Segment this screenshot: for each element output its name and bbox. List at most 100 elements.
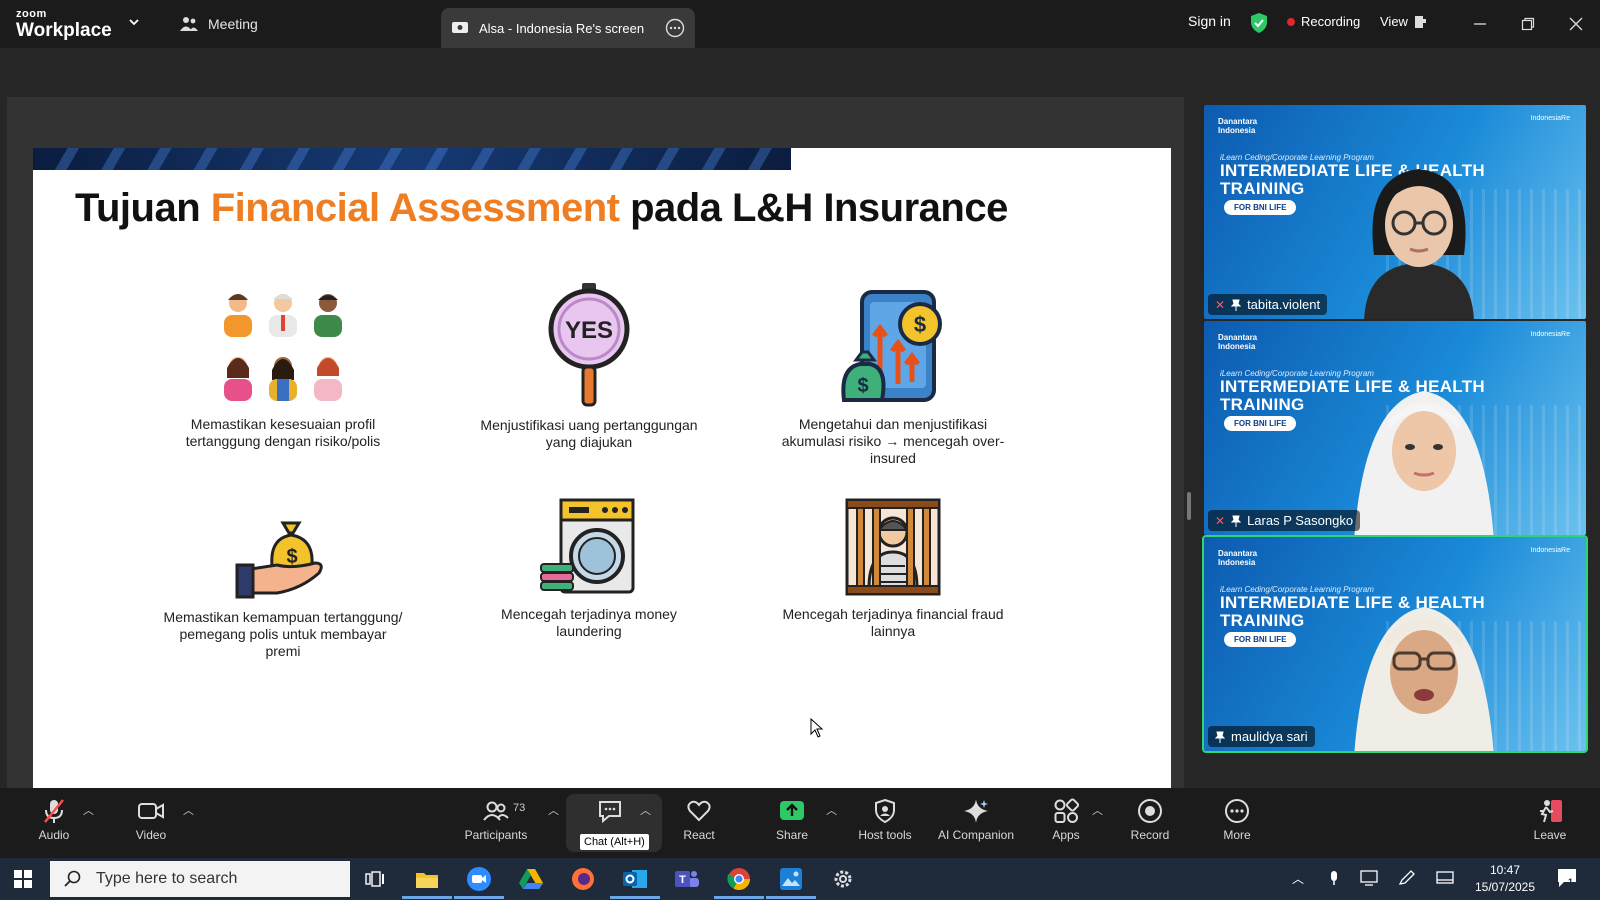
people-group-icon bbox=[224, 294, 342, 401]
host-shield-icon bbox=[875, 798, 895, 824]
windows-taskbar: Type here to search T ︿ 10:47 15/07/2025… bbox=[0, 858, 1600, 900]
task-view-icon bbox=[365, 871, 384, 887]
participant-video-avatar bbox=[1364, 169, 1474, 319]
show-hidden-icons-chevron-up-icon[interactable]: ︿ bbox=[1292, 870, 1304, 887]
headline-line2: TRAINING bbox=[1220, 179, 1305, 198]
mic-muted-icon: ✕ bbox=[1215, 513, 1226, 528]
org-left-line1: Danantara bbox=[1218, 333, 1258, 342]
microphone-tray-icon[interactable] bbox=[1328, 870, 1340, 886]
video-tile-2[interactable]: Danantara Indonesia IndonesiaRe iLearn Ce… bbox=[1204, 321, 1586, 535]
taskbar-file-explorer[interactable] bbox=[402, 864, 452, 899]
taskbar-outlook[interactable] bbox=[610, 864, 660, 899]
shared-screen-area[interactable]: Tujuan Financial Assessment pada L&H Ins… bbox=[7, 97, 1184, 808]
share-options-caret[interactable]: ︿ bbox=[826, 802, 837, 818]
objective-item-2: YES Menjustifikasi uang pertanggungan ya… bbox=[469, 283, 709, 451]
zoom-workplace-logo[interactable]: zoom Workplace bbox=[16, 8, 112, 41]
logo-top: zoom bbox=[16, 8, 47, 20]
taskbar-settings[interactable] bbox=[828, 864, 858, 894]
pin-icon bbox=[1231, 515, 1242, 527]
taskbar-google-drive[interactable] bbox=[516, 864, 546, 894]
google-drive-icon bbox=[519, 869, 543, 889]
outlook-icon bbox=[623, 870, 647, 888]
tile-org-right: IndonesiaRe bbox=[1530, 547, 1570, 554]
video-tile-3-active-speaker[interactable]: Danantara Indonesia IndonesiaRe iLearn Ce… bbox=[1202, 535, 1588, 753]
leave-button[interactable]: Leave bbox=[1508, 798, 1592, 850]
panel-resize-handle[interactable] bbox=[1187, 492, 1191, 520]
svg-text:$: $ bbox=[914, 312, 926, 337]
slide-header-band bbox=[33, 148, 791, 170]
apps-options-caret[interactable]: ︿ bbox=[1092, 802, 1103, 818]
search-placeholder: Type here to search bbox=[96, 870, 238, 887]
chevron-down-icon[interactable] bbox=[127, 15, 141, 29]
title-part-1: Tujuan bbox=[75, 186, 211, 230]
video-tile-1[interactable]: Danantara Indonesia IndonesiaRe iLearn Ce… bbox=[1204, 105, 1586, 319]
ai-companion-button[interactable]: AI Companion bbox=[926, 798, 1026, 850]
audio-label: Audio bbox=[38, 828, 70, 842]
camera-icon bbox=[138, 803, 164, 819]
taskbar-photos[interactable] bbox=[766, 864, 816, 899]
react-label: React bbox=[683, 828, 715, 842]
title-bar: zoom Workplace Meeting Alsa - Indonesia … bbox=[0, 0, 1600, 48]
svg-text:$: $ bbox=[286, 546, 297, 568]
tab-meeting[interactable]: Meeting bbox=[180, 0, 258, 48]
participants-button[interactable]: Participants bbox=[454, 798, 538, 850]
objective-caption-2: Menjustifikasi uang pertanggungan yang d… bbox=[480, 417, 698, 450]
svg-text:YES: YES bbox=[565, 317, 613, 344]
objective-caption-5: Mencegah terjadinya money laundering bbox=[501, 606, 677, 639]
video-options-caret[interactable]: ︿ bbox=[183, 802, 194, 818]
react-button[interactable]: React bbox=[657, 798, 741, 850]
title-part-2: pada L&H Insurance bbox=[619, 186, 1008, 230]
logo-bottom: Workplace bbox=[16, 20, 112, 41]
org-left-line2: Indonesia bbox=[1218, 126, 1256, 135]
close-button[interactable] bbox=[1564, 12, 1588, 36]
display-tray-icon[interactable] bbox=[1360, 870, 1378, 886]
apps-grid-icon bbox=[1054, 798, 1079, 823]
firefox-icon bbox=[572, 868, 594, 890]
taskbar-chrome[interactable] bbox=[714, 864, 764, 899]
more-button[interactable]: More bbox=[1195, 798, 1279, 850]
tile-org-left: Danantara Indonesia bbox=[1218, 333, 1257, 351]
pin-icon bbox=[1231, 299, 1242, 311]
meeting-stage: Tujuan Financial Assessment pada L&H Ins… bbox=[0, 48, 1600, 822]
view-button[interactable]: View bbox=[1380, 14, 1426, 29]
video-label: Video bbox=[135, 828, 167, 842]
money-growth-icon: $ $ bbox=[841, 290, 942, 402]
zoom-app-icon bbox=[467, 867, 491, 891]
objective-caption-1: Memastikan kesesuaian profil tertanggung… bbox=[185, 416, 381, 449]
encryption-shield-icon[interactable] bbox=[1250, 12, 1268, 34]
headline-line2: TRAINING bbox=[1220, 611, 1305, 630]
title-highlight: Financial Assessment bbox=[210, 186, 620, 230]
windows-start-icon[interactable] bbox=[14, 870, 32, 888]
notification-center-button[interactable]: 1 bbox=[1556, 867, 1578, 892]
record-button[interactable]: Record bbox=[1108, 798, 1192, 850]
pen-tray-icon[interactable] bbox=[1398, 870, 1416, 886]
system-clock[interactable]: 10:47 15/07/2025 bbox=[1465, 862, 1545, 896]
participants-options-caret[interactable]: ︿ bbox=[548, 802, 559, 818]
taskbar-firefox[interactable] bbox=[568, 864, 598, 894]
org-left-line2: Indonesia bbox=[1218, 342, 1256, 351]
taskbar-teams[interactable]: T bbox=[672, 864, 702, 894]
more-options-icon[interactable] bbox=[665, 18, 685, 38]
audio-options-caret[interactable]: ︿ bbox=[83, 802, 94, 818]
participant-name: Laras P Sasongko bbox=[1247, 513, 1354, 528]
svg-text:T: T bbox=[679, 874, 686, 886]
restore-icon bbox=[1521, 17, 1535, 31]
recording-indicator[interactable]: Recording bbox=[1287, 14, 1360, 29]
task-view-button[interactable] bbox=[360, 864, 390, 894]
share-button[interactable]: Share bbox=[750, 798, 834, 850]
tab-shared-screen-label: Alsa - Indonesia Re's screen bbox=[479, 20, 645, 36]
sign-in-button[interactable]: Sign in bbox=[1188, 13, 1231, 29]
taskbar-search[interactable]: Type here to search bbox=[50, 861, 350, 897]
svg-text:$: $ bbox=[857, 375, 868, 397]
host-tools-button[interactable]: Host tools bbox=[843, 798, 927, 850]
chat-options-caret[interactable]: ︿ bbox=[640, 802, 651, 818]
folder-icon bbox=[416, 873, 438, 888]
objective-item-6: Mencegah terjadinya financial fraud lain… bbox=[773, 498, 1013, 640]
network-tray-icon[interactable] bbox=[1436, 870, 1454, 886]
minimize-button[interactable] bbox=[1468, 12, 1492, 36]
video-button[interactable]: Video bbox=[109, 798, 193, 850]
more-label: More bbox=[1223, 828, 1251, 842]
tab-shared-screen[interactable]: Alsa - Indonesia Re's screen bbox=[441, 8, 695, 48]
taskbar-zoom[interactable] bbox=[454, 864, 504, 899]
restore-button[interactable] bbox=[1516, 12, 1540, 36]
